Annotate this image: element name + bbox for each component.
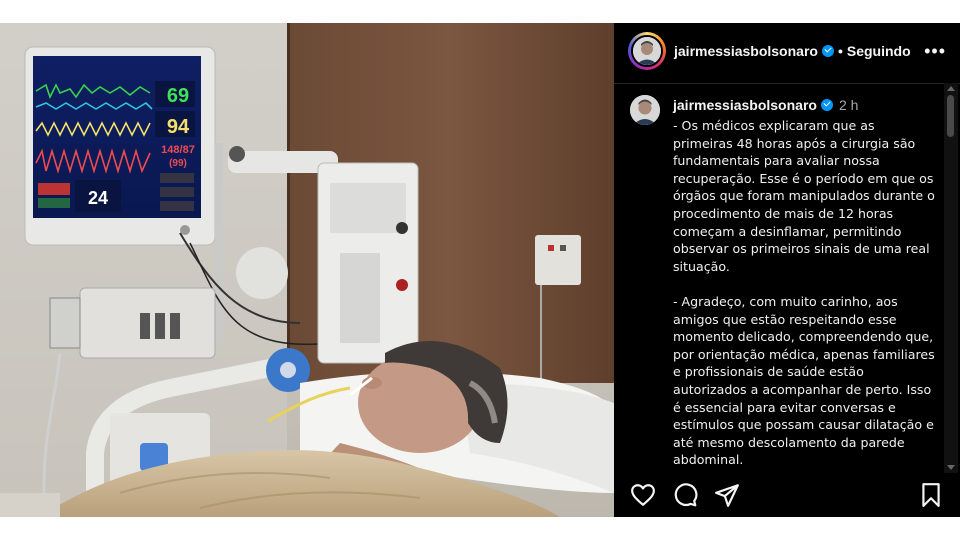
scroll-up-arrow-icon[interactable] [947,86,955,91]
header-separator: • [837,43,843,59]
scrollbar[interactable] [944,83,958,473]
more-options-icon[interactable]: ••• [924,41,946,62]
header-username[interactable]: jairmessiasbolsonaro [674,43,818,59]
post-header: jairmessiasbolsonaro • Seguindo ••• [614,23,960,84]
verified-badge-icon [821,45,834,57]
follow-button[interactable]: Seguindo [847,43,911,59]
comment-avatar[interactable] [630,95,660,125]
heart-icon[interactable] [630,482,656,508]
action-bar [614,473,960,517]
comment-username[interactable]: jairmessiasbolsonaro [673,97,817,113]
comment-text: - Os médicos explicaram que as primeiras… [673,118,935,468]
scroll-thumb[interactable] [947,95,954,137]
comment-time: 2 h [838,97,859,113]
comment-icon[interactable] [672,482,698,508]
scroll-down-arrow-icon[interactable] [947,465,955,470]
monitor-bp-value: 148/87 [161,144,195,156]
monitor-rr-value: 24 [88,188,108,208]
monitor-bp-mean: (99) [169,158,187,169]
post-side-panel: jairmessiasbolsonaro • Seguindo ••• jairme… [614,23,960,517]
send-icon[interactable] [714,482,740,508]
avatar[interactable] [631,35,663,67]
verified-badge-icon [820,99,833,111]
monitor-hr-value: 69 [167,85,189,107]
post-photo: 69 94 148/87 (99) 24 [0,23,614,517]
caption-comment: jairmessiasbolsonaro 2 h - Os médicos exp… [614,83,944,473]
bookmark-icon[interactable] [918,482,944,508]
monitor-spo2-value: 94 [167,116,190,138]
